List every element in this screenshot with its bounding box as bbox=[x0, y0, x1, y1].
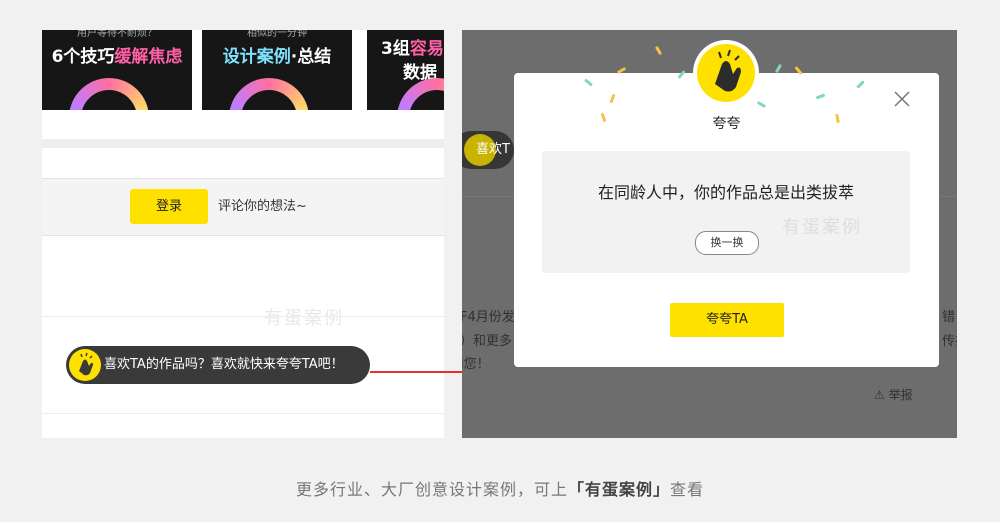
report-link: ⚠ 举报 bbox=[874, 388, 913, 402]
comment-hint[interactable]: 评论你的想法~ bbox=[218, 189, 307, 224]
watermark: 有蛋案例 bbox=[264, 308, 344, 329]
article-thumbnail-1[interactable]: 用户等待不耐烦？ 6个技巧缓解焦虑 bbox=[42, 30, 192, 110]
praise-avatar bbox=[693, 40, 759, 106]
thumbnail-top-text: 用户等待不耐烦？ bbox=[77, 30, 157, 39]
background-praise-pill: 喜欢T bbox=[462, 131, 514, 169]
background-text: 错 bbox=[942, 310, 956, 325]
comment-bar: 登录 评论你的想法~ bbox=[42, 178, 444, 236]
thumbnail-caption: 6个技巧缓解焦虑 bbox=[51, 47, 183, 67]
thumbnail-ring-graphic bbox=[229, 78, 309, 110]
praise-quote: 在同龄人中，你的作品总是出类拔萃 bbox=[597, 183, 854, 202]
thumbnail-caption: 设计案例·总结 bbox=[222, 47, 332, 67]
article-thumbnail-2[interactable]: 相似的一分钟 设计案例·总结 bbox=[202, 30, 352, 110]
background-pill-text: 喜欢T bbox=[476, 142, 510, 157]
thumbnail-ring-graphic bbox=[69, 78, 149, 110]
clap-hands-icon bbox=[69, 349, 101, 381]
praise-modal: 夸夸 在同龄人中，你的作品总是出类拔萃 有蛋案例 换一换 夸夸TA bbox=[514, 73, 939, 367]
praise-button[interactable]: 夸夸TA bbox=[670, 303, 784, 337]
section-divider bbox=[42, 139, 444, 148]
brand-name: 「有蛋案例」 bbox=[567, 480, 670, 499]
modal-title: 夸夸 bbox=[712, 116, 741, 132]
clap-hands-icon bbox=[697, 44, 755, 102]
background-text: i您！ bbox=[462, 357, 490, 372]
quote-box: 在同龄人中，你的作品总是出类拔萃 有蛋案例 换一换 bbox=[542, 151, 910, 273]
article-thumbnail-3[interactable]: 3组容易 数据 bbox=[367, 30, 444, 110]
praise-prompt-pill[interactable]: 喜欢TA的作品吗？喜欢就快来夸夸TA吧！ bbox=[66, 346, 370, 384]
thumbnail-top-text: 相似的一分钟 bbox=[247, 30, 307, 39]
watermark: 有蛋案例 bbox=[782, 217, 862, 238]
background-text: ）和更多 bbox=[462, 334, 513, 349]
divider-line bbox=[42, 316, 444, 317]
footer-caption: 更多行业、大厂创意设计案例，可上「有蛋案例」查看 bbox=[295, 480, 705, 499]
thumbnail-caption: 3组容易 bbox=[381, 39, 444, 59]
login-button[interactable]: 登录 bbox=[130, 189, 208, 224]
close-icon[interactable] bbox=[893, 90, 911, 108]
swap-quote-button[interactable]: 换一换 bbox=[695, 231, 759, 255]
warning-icon: ⚠ bbox=[874, 388, 885, 402]
praise-prompt-text: 喜欢TA的作品吗？喜欢就快来夸夸TA吧！ bbox=[104, 357, 344, 372]
background-text: F4月份发 bbox=[462, 310, 515, 325]
background-text: 传插 bbox=[942, 334, 957, 349]
divider-line bbox=[42, 413, 444, 414]
